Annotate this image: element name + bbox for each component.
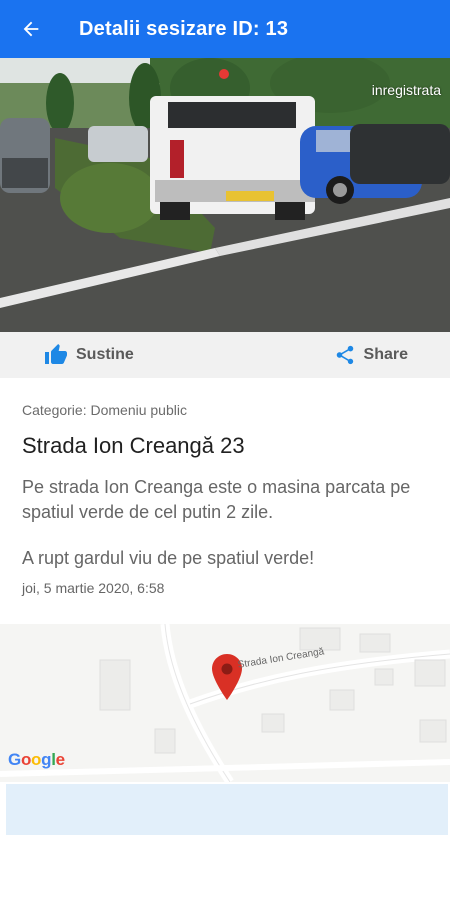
description-text: Pe strada Ion Creanga este o masina parc…	[22, 477, 411, 522]
google-logo: Google	[8, 750, 65, 769]
report-photo[interactable]: inregistrata	[0, 58, 450, 332]
app-bar: Detalii sesizare ID: 13	[0, 0, 450, 58]
back-button[interactable]	[0, 0, 62, 58]
arrow-back-icon	[23, 21, 39, 37]
status-label: inregistrata	[371, 82, 441, 98]
report-details: Categorie: Domeniu public Strada Ion Cre…	[22, 378, 432, 596]
footer-panel	[6, 784, 448, 835]
address-heading: Strada Ion Creangă 23	[22, 433, 245, 458]
thumb-up-icon	[45, 344, 67, 364]
actions-bar: Sustine Share	[0, 332, 450, 378]
extra-note-text: A rupt gardul viu de pe spatiul verde!	[22, 548, 315, 568]
page-title: Detalii sesizare ID: 13	[79, 17, 289, 40]
category-text: Categorie: Domeniu public	[22, 402, 187, 418]
support-label: Sustine	[76, 346, 134, 363]
location-map[interactable]	[0, 624, 450, 782]
share-icon	[336, 345, 353, 365]
parking-photo-image	[0, 58, 450, 332]
map-background	[0, 624, 450, 782]
support-button[interactable]: Sustine	[44, 332, 134, 378]
share-button[interactable]: Share	[334, 332, 408, 378]
share-label: Share	[363, 346, 408, 363]
report-date: joi, 5 martie 2020, 6:58	[22, 580, 165, 596]
